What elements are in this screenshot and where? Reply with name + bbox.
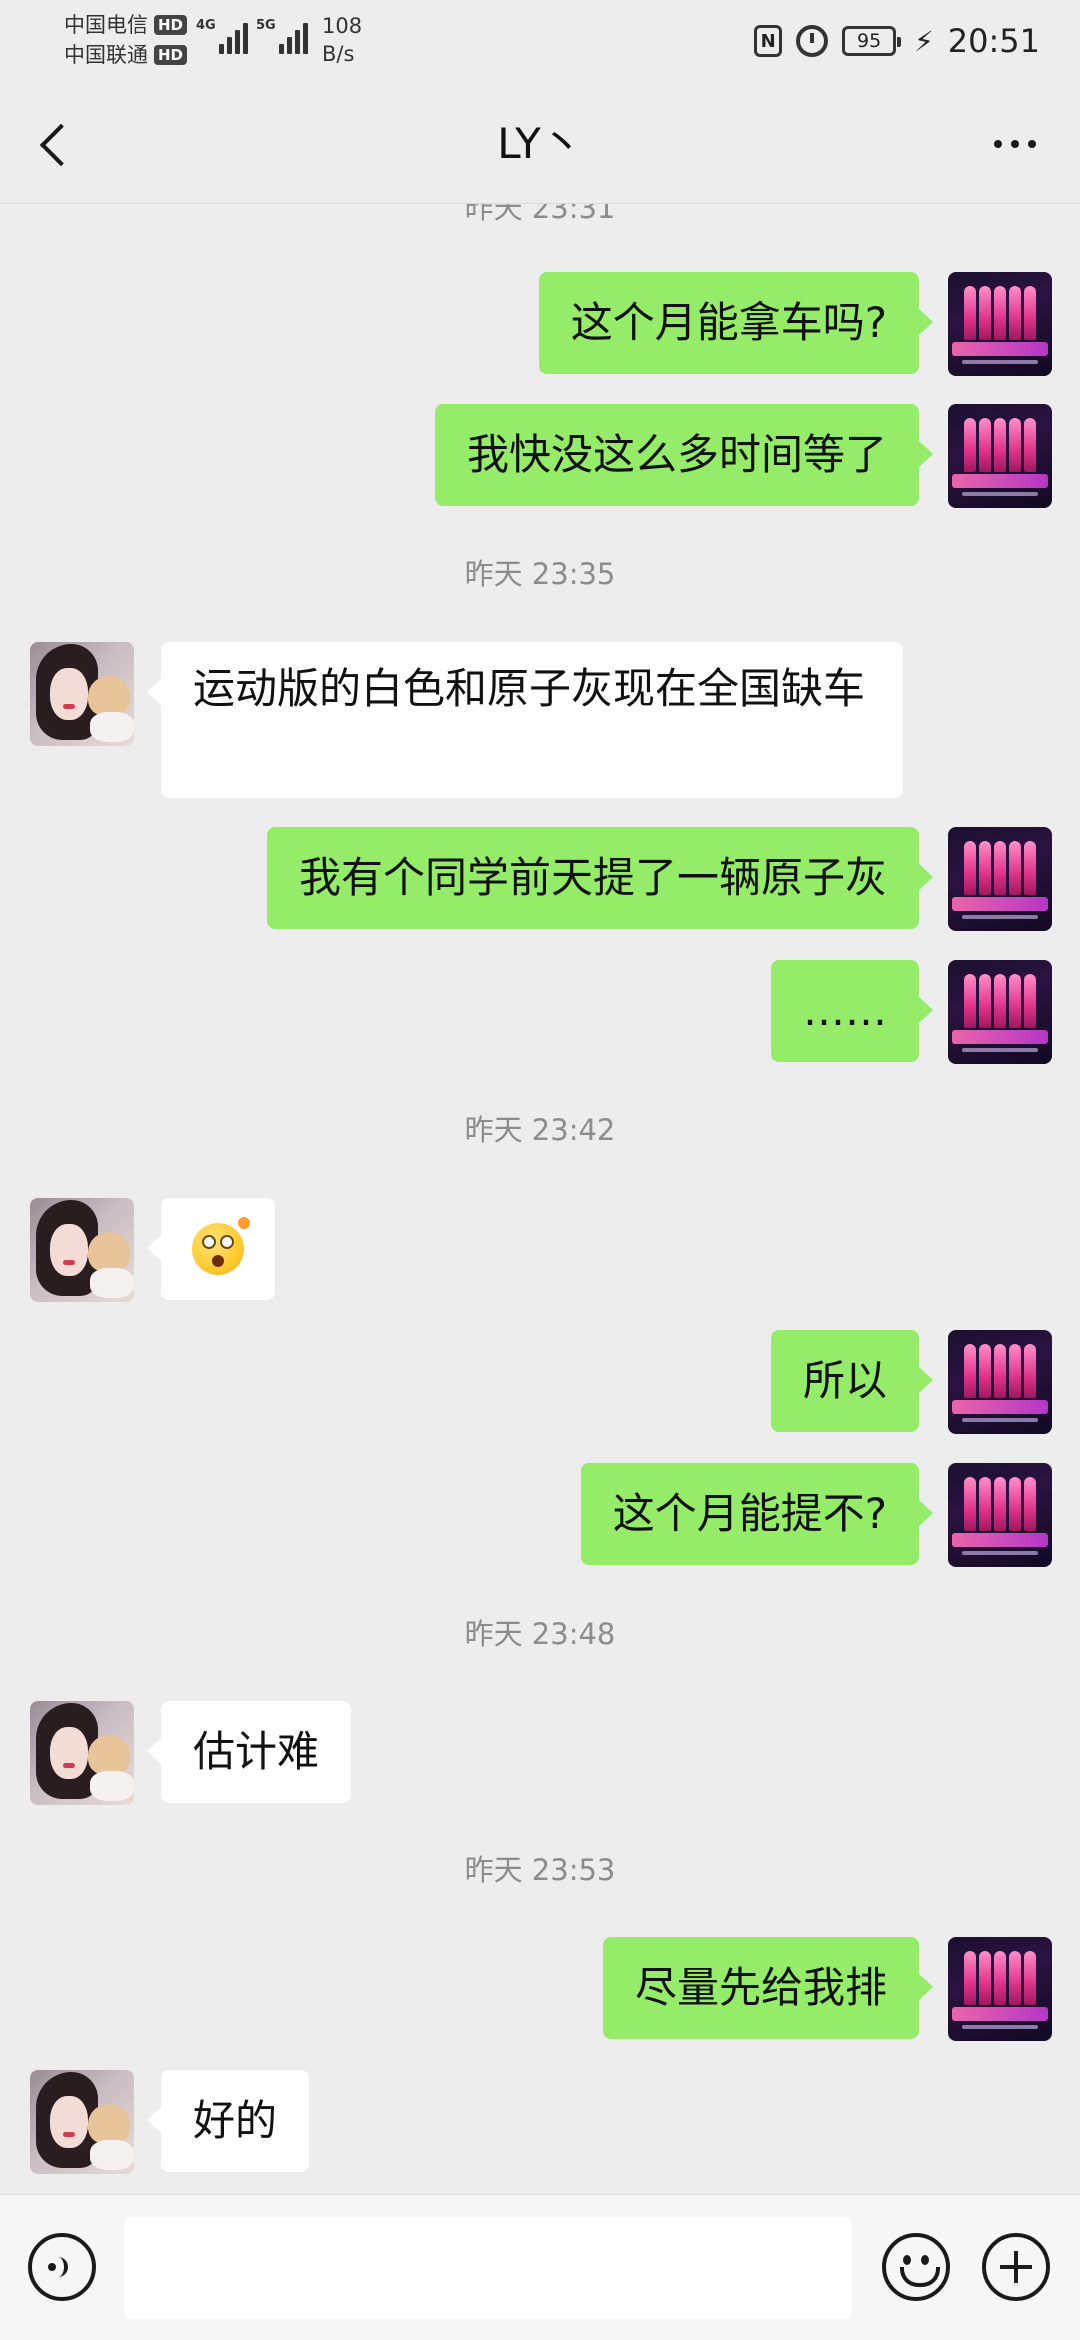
voice-input-button[interactable]: [28, 2233, 96, 2301]
timestamp: 昨天 23:48: [464, 1617, 616, 1651]
alarm-icon: [796, 25, 829, 57]
battery-icon: 95: [842, 26, 902, 56]
timestamp: 昨天 23:53: [464, 1853, 616, 1887]
timestamp: 昨天 23:42: [464, 1113, 616, 1147]
incoming-message[interactable]: [147, 1198, 275, 1300]
self-avatar[interactable]: [948, 272, 1052, 376]
hd-badge: HD: [154, 45, 188, 65]
network-type-label: 4G: [196, 18, 216, 33]
flushed-face-emoji-icon: [192, 1217, 250, 1275]
outgoing-message[interactable]: 这个月能提不?: [580, 1463, 934, 1565]
signal-strength-icon: 5G: [256, 18, 308, 54]
self-avatar[interactable]: [948, 960, 1052, 1064]
status-time: 20:51: [947, 22, 1040, 60]
nfc-icon: N: [754, 25, 783, 57]
outgoing-message[interactable]: 我有个同学前天提了一辆原子灰: [266, 827, 934, 929]
more-actions-button[interactable]: [982, 2233, 1050, 2301]
incoming-message[interactable]: 估计难: [146, 1701, 352, 1803]
self-avatar[interactable]: [948, 1463, 1052, 1567]
carrier-1-label: 中国电信: [64, 13, 148, 37]
contact-avatar[interactable]: [30, 2070, 134, 2174]
chat-message-list[interactable]: 昨天 23:31 这个月能拿车吗? 我快没这么多时间等了 昨天 23:35 运动…: [0, 84, 1080, 2194]
message-input-bar: [0, 2194, 1080, 2340]
more-button[interactable]: [980, 114, 1050, 174]
outgoing-message[interactable]: 所以: [770, 1330, 934, 1432]
network-speed-value: 108: [322, 14, 363, 38]
status-icons: N 95 ⚡ 20:51: [754, 16, 1040, 66]
network-speed-unit: B/s: [322, 42, 355, 66]
carrier-info: 中国电信 HD 中国联通 HD: [64, 10, 188, 70]
incoming-message[interactable]: 好的: [146, 2070, 310, 2172]
emoji-button[interactable]: [882, 2233, 950, 2301]
self-avatar[interactable]: [948, 1330, 1052, 1434]
timestamp: 昨天 23:35: [464, 557, 616, 591]
outgoing-message[interactable]: 我快没这么多时间等了: [434, 404, 934, 506]
incoming-message[interactable]: 运动版的白色和原子灰现在全国缺车: [147, 642, 903, 798]
outgoing-message[interactable]: 尽量先给我排: [602, 1937, 934, 2039]
chat-header: LY丶: [0, 84, 1080, 204]
network-speed: 108 B/s: [322, 12, 362, 68]
network-type-label: 5G: [256, 18, 276, 33]
signal-strength-icon: 4G: [196, 18, 248, 54]
contact-avatar[interactable]: [30, 1701, 134, 1805]
contact-avatar[interactable]: [30, 1198, 134, 1302]
status-bar: 中国电信 HD 中国联通 HD 4G 5G 108 B/s N 95 ⚡ 20:…: [0, 0, 1080, 84]
self-avatar[interactable]: [948, 1937, 1052, 2041]
outgoing-message[interactable]: ……: [771, 960, 933, 1062]
message-input[interactable]: [124, 2217, 852, 2319]
self-avatar[interactable]: [948, 404, 1052, 508]
chat-title: LY丶: [497, 119, 583, 168]
carrier-2-label: 中国联通: [64, 43, 148, 67]
battery-level: 95: [857, 30, 882, 52]
contact-avatar[interactable]: [30, 642, 134, 746]
charging-icon: ⚡: [914, 24, 934, 58]
self-avatar[interactable]: [948, 827, 1052, 931]
more-dots-icon: [994, 140, 1002, 148]
hd-badge: HD: [154, 15, 188, 35]
outgoing-message[interactable]: 这个月能拿车吗?: [538, 272, 934, 374]
